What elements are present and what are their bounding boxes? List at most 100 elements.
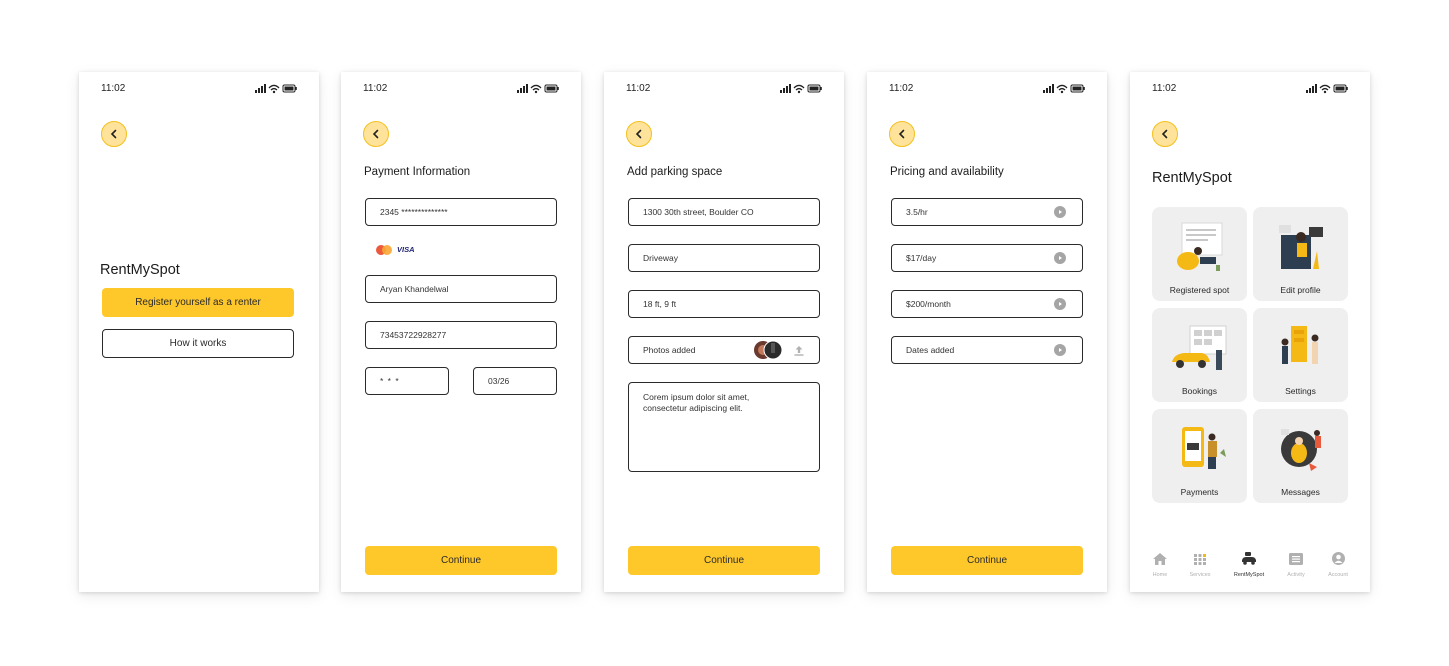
hourly-price-value: 3.5/hr: [906, 207, 928, 217]
status-icons: [780, 84, 822, 94]
mastercard-icon: [376, 245, 392, 255]
card-registered-spot[interactable]: Registered spot: [1152, 207, 1247, 301]
expiry-field[interactable]: 03/26: [473, 367, 557, 395]
card-label: Registered spot: [1169, 285, 1230, 295]
page-title: RentMySpot: [1152, 170, 1232, 186]
card-brands: VISA: [375, 244, 435, 256]
dimensions-field[interactable]: 18 ft, 9 ft: [628, 290, 820, 318]
status-icons: [1306, 84, 1348, 94]
upload-icon[interactable]: [793, 345, 805, 357]
screen-add-parking: 11:02 Add parking space 1300 30th street…: [604, 72, 844, 592]
messages-illustration: [1281, 429, 1321, 471]
address-field[interactable]: 1300 30th street, Boulder CO: [628, 198, 820, 226]
back-button[interactable]: [1152, 121, 1178, 147]
arrow-right-icon[interactable]: [1054, 344, 1066, 356]
list-icon: [1289, 553, 1303, 565]
arrow-right-icon[interactable]: [1054, 206, 1066, 218]
nav-activity[interactable]: Activity: [1276, 552, 1316, 578]
screen-dashboard: 11:02 RentMySpot Registered spot Edit pr…: [1130, 72, 1370, 592]
chevron-left-icon: [372, 129, 379, 139]
back-button[interactable]: [889, 121, 915, 147]
status-bar: 11:02: [889, 83, 1085, 95]
page-title: Payment Information: [364, 166, 471, 178]
hourly-price-field[interactable]: 3.5/hr: [891, 198, 1083, 226]
edit-profile-illustration: [1279, 225, 1323, 269]
account-icon: [1331, 552, 1345, 565]
screen-welcome: 11:02 RentMySpot Register yourself as a …: [79, 72, 319, 592]
nav-label: Home: [1152, 572, 1168, 578]
card-label: Edit profile: [1280, 285, 1321, 295]
page-title: Pricing and availability: [890, 166, 1004, 178]
nav-label: Account: [1328, 572, 1348, 578]
status-bar: 11:02: [363, 83, 559, 95]
home-icon: [1153, 553, 1167, 565]
status-bar: 11:02: [1152, 83, 1348, 95]
arrow-right-icon[interactable]: [1054, 252, 1066, 264]
cardholder-name-field[interactable]: Aryan Khandelwal: [365, 275, 557, 303]
status-time: 11:02: [889, 83, 914, 94]
daily-price-value: $17/day: [906, 253, 937, 263]
continue-button[interactable]: Continue: [365, 546, 557, 575]
card-label: Bookings: [1182, 386, 1217, 396]
car-parking-icon: [1242, 552, 1256, 565]
photo-thumbnails: [754, 340, 783, 360]
photos-label: Photos added: [643, 345, 696, 355]
bottom-nav: Home Services RentMySpot Activity Accoun…: [1140, 552, 1358, 578]
page-title: Add parking space: [627, 166, 723, 178]
payments-illustration: [1182, 427, 1226, 469]
continue-button[interactable]: Continue: [891, 546, 1083, 575]
app-name: RentMySpot: [100, 262, 180, 278]
arrow-right-icon[interactable]: [1054, 298, 1066, 310]
screen-payment: 11:02 Payment Information 2345 *********…: [341, 72, 581, 592]
registered-spot-illustration: [1177, 222, 1223, 271]
back-button[interactable]: [626, 121, 652, 147]
card-payments[interactable]: Payments: [1152, 409, 1247, 503]
card-label: Payments: [1180, 487, 1219, 497]
description-textarea[interactable]: Corem ipsum dolor sit amet, consectetur …: [628, 382, 820, 472]
monthly-price-field[interactable]: $200/month: [891, 290, 1083, 318]
status-time: 11:02: [1152, 83, 1177, 94]
status-icons: [517, 84, 559, 94]
status-time: 11:02: [626, 83, 651, 94]
space-type-field[interactable]: Driveway: [628, 244, 820, 272]
status-time: 11:02: [101, 83, 126, 94]
status-icons: [1043, 84, 1085, 94]
card-messages[interactable]: Messages: [1253, 409, 1348, 503]
chevron-left-icon: [1161, 129, 1168, 139]
nav-account[interactable]: Account: [1318, 552, 1358, 578]
card-label: Settings: [1285, 386, 1316, 396]
chevron-left-icon: [110, 129, 117, 139]
photos-field[interactable]: Photos added: [628, 336, 820, 364]
back-button[interactable]: [363, 121, 389, 147]
status-bar: 11:02: [101, 83, 297, 95]
card-settings[interactable]: Settings: [1253, 308, 1348, 402]
nav-services[interactable]: Services: [1180, 552, 1220, 578]
continue-button[interactable]: Continue: [628, 546, 820, 575]
dates-field[interactable]: Dates added: [891, 336, 1083, 364]
daily-price-field[interactable]: $17/day: [891, 244, 1083, 272]
dates-value: Dates added: [906, 345, 955, 355]
chevron-left-icon: [898, 129, 905, 139]
card-label: Messages: [1281, 487, 1320, 497]
monthly-price-value: $200/month: [906, 299, 951, 309]
nav-label: Activity: [1287, 572, 1305, 578]
screen-pricing: 11:02 Pricing and availability 3.5/hr $1…: [867, 72, 1107, 592]
bookings-illustration: [1172, 325, 1227, 370]
status-time: 11:02: [363, 83, 388, 94]
cvv-field[interactable]: * * *: [365, 367, 449, 395]
how-it-works-button[interactable]: How it works: [102, 329, 294, 358]
nav-home[interactable]: Home: [1140, 552, 1180, 578]
nav-rentmyspot[interactable]: RentMySpot: [1229, 552, 1269, 578]
card-edit-profile[interactable]: Edit profile: [1253, 207, 1348, 301]
status-icons: [255, 84, 297, 94]
visa-logo: VISA: [397, 245, 415, 254]
status-bar: 11:02: [626, 83, 822, 95]
nav-label: RentMySpot: [1233, 572, 1265, 578]
account-number-field[interactable]: 73453722928277: [365, 321, 557, 349]
card-number-field[interactable]: 2345 **************: [365, 198, 557, 226]
register-renter-button[interactable]: Register yourself as a renter: [102, 288, 294, 317]
grid-icon: [1194, 554, 1206, 565]
card-bookings[interactable]: Bookings: [1152, 308, 1247, 402]
back-button[interactable]: [101, 121, 127, 147]
chevron-left-icon: [635, 129, 642, 139]
